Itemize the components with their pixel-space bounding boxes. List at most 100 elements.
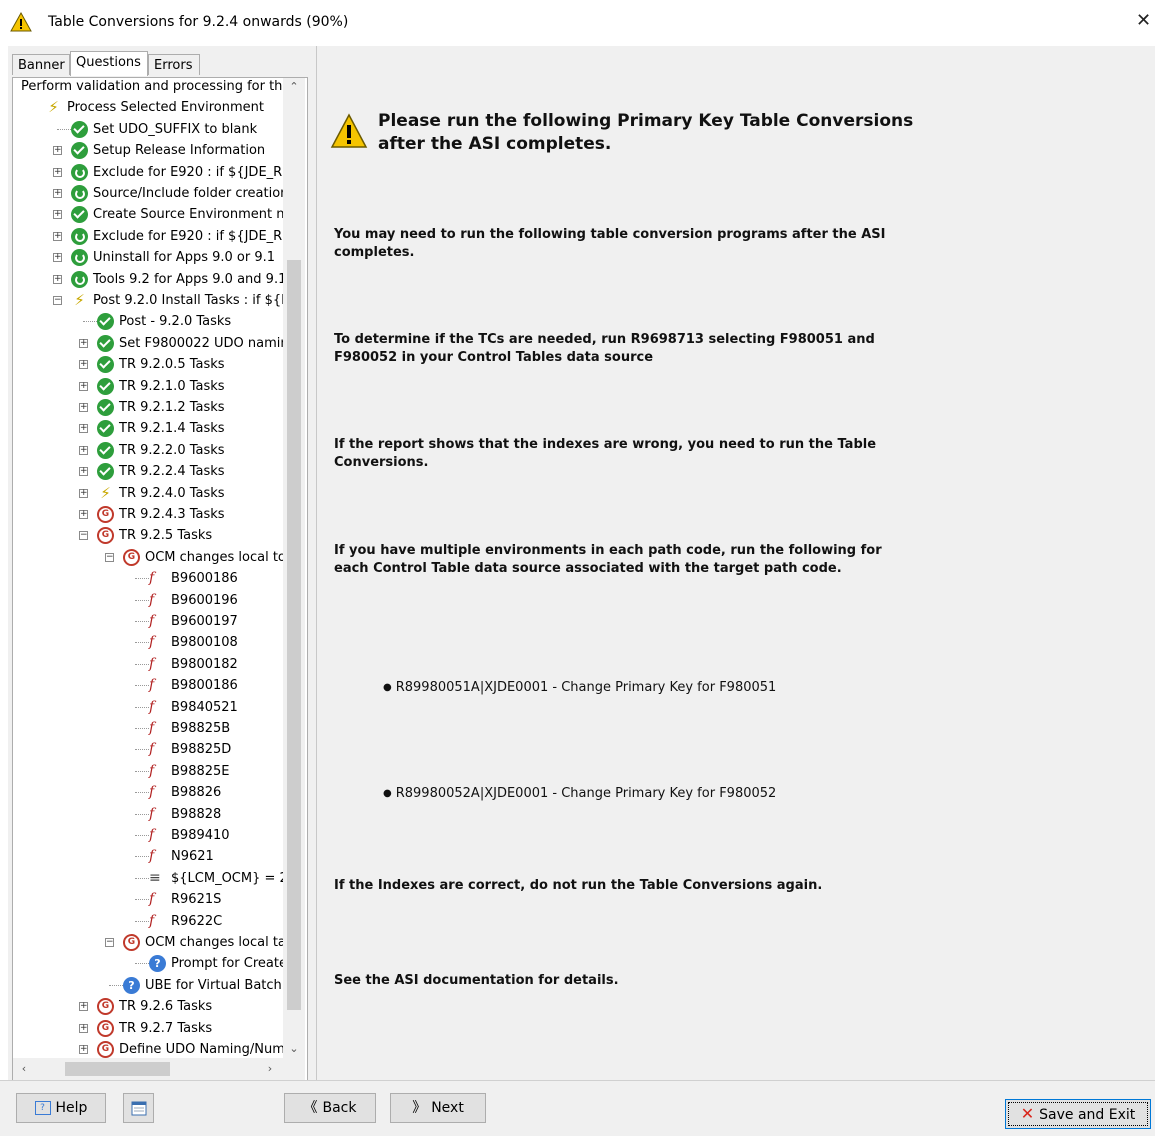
- expand-icon[interactable]: +: [53, 168, 62, 177]
- help-button[interactable]: ? Help: [16, 1093, 106, 1123]
- horizontal-scrollbar[interactable]: ‹ ›: [13, 1058, 305, 1080]
- vertical-scroll-thumb[interactable]: [287, 260, 301, 1010]
- collapse-icon[interactable]: −: [105, 938, 114, 947]
- tree-item[interactable]: + G Define UDO Naming/Numberi: [13, 1039, 283, 1058]
- tree-item[interactable]: + TR 9.2.2.0 Tasks: [13, 440, 283, 461]
- collapse-icon[interactable]: −: [79, 531, 88, 540]
- tree-connector: [135, 621, 149, 622]
- tree-item[interactable]: f B98825E: [13, 761, 283, 782]
- tree-connector: [135, 921, 149, 922]
- tree-connector: [135, 600, 149, 601]
- collapse-icon[interactable]: −: [53, 296, 62, 305]
- back-button[interactable]: 《 Back: [284, 1093, 376, 1123]
- expand-icon[interactable]: +: [79, 382, 88, 391]
- tree-item[interactable]: − ⚡ Post 9.2.0 Install Tasks : if ${RES: [13, 290, 283, 311]
- tree-item[interactable]: f B98825D: [13, 739, 283, 760]
- function-icon: f: [149, 570, 155, 586]
- tree-item-label: Define UDO Naming/Numberi: [119, 1042, 283, 1057]
- expand-icon[interactable]: +: [79, 467, 88, 476]
- expand-icon[interactable]: +: [79, 403, 88, 412]
- tree-item[interactable]: − G TR 9.2.5 Tasks: [13, 525, 283, 546]
- scroll-right-icon[interactable]: ›: [259, 1060, 281, 1077]
- tree-item[interactable]: ≡ ${LCM_OCM} = 2: [13, 868, 283, 889]
- close-icon[interactable]: ✕: [1136, 10, 1151, 31]
- tree-item-label: B98825D: [171, 742, 232, 757]
- bolt-icon: ⚡: [74, 291, 85, 309]
- tree-item[interactable]: f B98826: [13, 782, 283, 803]
- vertical-scrollbar[interactable]: ⌃ ⌄: [283, 78, 305, 1058]
- tree-item[interactable]: ? UBE for Virtual Batch Que: [13, 975, 283, 996]
- expand-icon[interactable]: +: [53, 275, 62, 284]
- expand-icon[interactable]: +: [53, 146, 62, 155]
- save-and-exit-button[interactable]: ✕ Save and Exit: [1005, 1099, 1151, 1129]
- tree-item[interactable]: Perform validation and processing for th…: [13, 78, 283, 97]
- tree-item[interactable]: + Set F9800022 UDO naming if: [13, 333, 283, 354]
- tree-item[interactable]: + Exclude for E920 : if ${JDE_RELE: [13, 226, 283, 247]
- tree-item[interactable]: f B98828: [13, 804, 283, 825]
- tree-item[interactable]: f B989410: [13, 825, 283, 846]
- next-button[interactable]: 》 Next: [390, 1093, 486, 1123]
- tree-item[interactable]: + Tools 9.2 for Apps 9.0 and 9.1: [13, 269, 283, 290]
- tree-item[interactable]: + G TR 9.2.7 Tasks: [13, 1018, 283, 1039]
- scroll-down-icon[interactable]: ⌄: [283, 1040, 305, 1057]
- tree-item[interactable]: Post - 9.2.0 Tasks: [13, 311, 283, 332]
- check-icon: [97, 420, 114, 437]
- tree-item[interactable]: ? Prompt for Create F9: [13, 953, 283, 974]
- tree-item-label: Set F9800022 UDO naming if: [119, 336, 283, 351]
- tree-item[interactable]: + Uninstall for Apps 9.0 or 9.1: [13, 247, 283, 268]
- scroll-left-icon[interactable]: ‹: [13, 1060, 35, 1077]
- expand-icon[interactable]: +: [79, 510, 88, 519]
- tree-item[interactable]: f B9600186: [13, 568, 283, 589]
- tree-item[interactable]: + G TR 9.2.6 Tasks: [13, 996, 283, 1017]
- tab-questions[interactable]: Questions: [70, 51, 148, 76]
- tree-item[interactable]: −G OCM changes local to ser: [13, 547, 283, 568]
- tree-item[interactable]: + Create Source Environment name: [13, 204, 283, 225]
- tree-item[interactable]: −G OCM changes local tables: [13, 932, 283, 953]
- close-x-icon: ✕: [1020, 1104, 1035, 1123]
- tree-item[interactable]: + TR 9.2.1.2 Tasks: [13, 397, 283, 418]
- expand-icon[interactable]: +: [53, 253, 62, 262]
- tree-item[interactable]: f R9621S: [13, 889, 283, 910]
- scroll-up-icon[interactable]: ⌃: [283, 78, 305, 95]
- tree-item[interactable]: + Exclude for E920 : if ${JDE_RELE: [13, 162, 283, 183]
- expand-icon[interactable]: +: [79, 1002, 88, 1011]
- tree-item[interactable]: ⚡ Process Selected Environment: [13, 97, 283, 118]
- tree-item[interactable]: + TR 9.2.1.0 Tasks: [13, 376, 283, 397]
- expand-icon[interactable]: +: [79, 446, 88, 455]
- tree-item[interactable]: f B9600197: [13, 611, 283, 632]
- tree-item[interactable]: + Setup Release Information: [13, 140, 283, 161]
- expand-icon[interactable]: +: [53, 210, 62, 219]
- collapse-icon[interactable]: −: [105, 553, 114, 562]
- tree-item[interactable]: f B9840521: [13, 697, 283, 718]
- expand-icon[interactable]: +: [79, 360, 88, 369]
- expand-icon[interactable]: +: [53, 189, 62, 198]
- tree-item[interactable]: + TR 9.2.2.4 Tasks: [13, 461, 283, 482]
- tree-item[interactable]: + TR 9.2.1.4 Tasks: [13, 418, 283, 439]
- tree-item[interactable]: Set UDO_SUFFIX to blank: [13, 119, 283, 140]
- horizontal-scroll-thumb[interactable]: [65, 1062, 170, 1076]
- tree-item[interactable]: + TR 9.2.0.5 Tasks: [13, 354, 283, 375]
- tree-item[interactable]: + ⚡ TR 9.2.4.0 Tasks: [13, 483, 283, 504]
- expand-icon[interactable]: +: [53, 232, 62, 241]
- help-label: Help: [55, 1100, 88, 1116]
- tree-item[interactable]: f N9621: [13, 846, 283, 867]
- back-arrow-icon: 《: [303, 1100, 318, 1116]
- tree-item[interactable]: f B98825B: [13, 718, 283, 739]
- check-icon: [71, 121, 88, 138]
- tree-item[interactable]: f B9600196: [13, 590, 283, 611]
- expand-icon[interactable]: +: [79, 1024, 88, 1033]
- expand-icon[interactable]: +: [79, 424, 88, 433]
- expand-icon[interactable]: +: [79, 489, 88, 498]
- check-icon: [97, 463, 114, 480]
- tree-item[interactable]: f B9800108: [13, 632, 283, 653]
- tab-banner[interactable]: Banner: [12, 54, 70, 75]
- tree-item[interactable]: + Source/Include folder creation ta: [13, 183, 283, 204]
- expand-icon[interactable]: +: [79, 339, 88, 348]
- calendar-button[interactable]: [123, 1093, 154, 1123]
- tree-item[interactable]: + G TR 9.2.4.3 Tasks: [13, 504, 283, 525]
- tab-errors[interactable]: Errors: [148, 54, 200, 75]
- tree-item[interactable]: f B9800182: [13, 654, 283, 675]
- expand-icon[interactable]: +: [79, 1045, 88, 1054]
- tree-item[interactable]: f R9622C: [13, 911, 283, 932]
- tree-item[interactable]: f B9800186: [13, 675, 283, 696]
